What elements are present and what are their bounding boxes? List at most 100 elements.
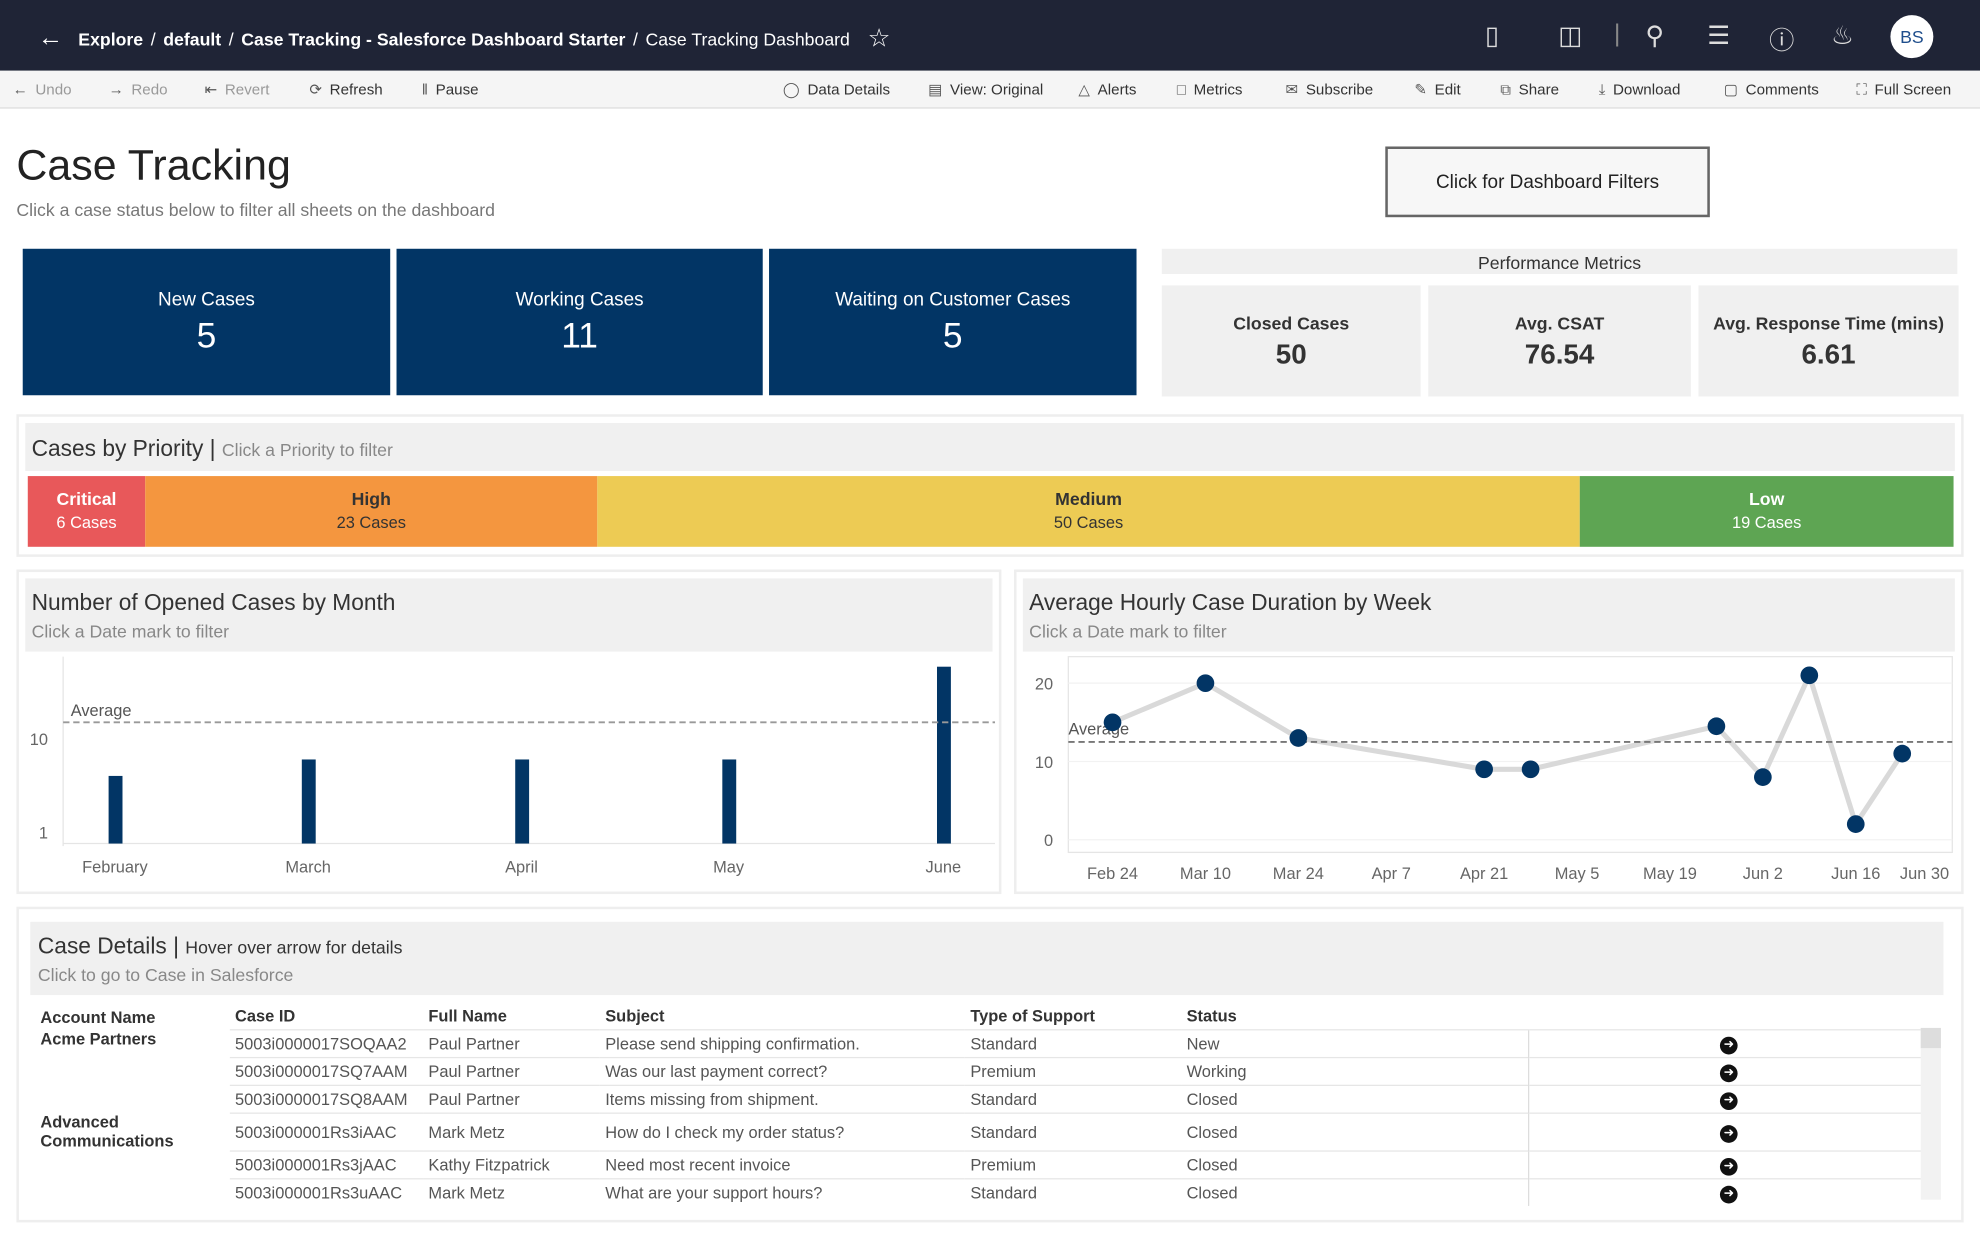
x-tick-label: Apr 21 xyxy=(1460,865,1508,883)
table-row[interactable]: Advanced Communications 5003i000001Rs3iA… xyxy=(35,1111,1924,1151)
breadcrumb-default[interactable]: default xyxy=(163,28,221,48)
data-source-icon[interactable]: ◫ xyxy=(1558,20,1582,52)
cell-subject: Was our last payment correct? xyxy=(600,1056,966,1085)
full-screen-button[interactable]: ⛶ Full Screen xyxy=(1856,81,1951,100)
favorite-star-icon[interactable]: ☆ xyxy=(868,23,891,55)
priority-segment-medium[interactable]: Medium 50 Cases xyxy=(597,476,1580,547)
col-case-id[interactable]: Case ID xyxy=(230,1004,423,1029)
priority-segment-high[interactable]: High 23 Cases xyxy=(145,476,598,547)
cell-case-id: 5003i000001Rs3uAAC xyxy=(229,1177,424,1206)
table-row[interactable]: 5003i0000017SQ8AAM Paul Partner Items mi… xyxy=(35,1084,1924,1113)
kpi-waiting-cases[interactable]: Waiting on Customer Cases 5 xyxy=(769,248,1137,396)
comments-button[interactable]: ▢ Comments xyxy=(1724,81,1819,99)
tag-icon: ◯ xyxy=(782,80,800,99)
cell-account xyxy=(35,1085,230,1113)
point-2019-06-23 xyxy=(1893,744,1912,763)
scrollbar-thumb[interactable] xyxy=(1920,1027,1941,1049)
edit-button[interactable]: ✎ Edit xyxy=(1414,81,1460,99)
cell-case-id: 5003i0000017SOQAA2 xyxy=(229,1028,424,1057)
download-button[interactable]: ⤓ Download xyxy=(1599,81,1681,100)
breadcrumb: ← Explore / default / Case Tracking - Sale… xyxy=(37,23,891,55)
y-tick-label: 10 xyxy=(1035,754,1053,772)
metric-value: 6.61 xyxy=(1801,338,1856,371)
arrow-right-circle-icon[interactable]: ➜ xyxy=(1720,1185,1738,1204)
y-tick-label: 0 xyxy=(1044,832,1053,850)
kpi-label: New Cases xyxy=(158,289,255,311)
kpi-working-cases[interactable]: Working Cases 11 xyxy=(396,248,763,396)
table-row[interactable]: 5003i0000017SQ7AAM Paul Partner Was our … xyxy=(35,1056,1924,1085)
y-tick-label: 1 xyxy=(39,824,48,842)
redo-button[interactable]: → Redo xyxy=(109,81,168,99)
arrow-right-circle-icon[interactable]: ➜ xyxy=(1720,1157,1738,1176)
subscribe-button[interactable]: ✉ Subscribe xyxy=(1286,81,1374,99)
bar-february xyxy=(108,775,123,844)
pause-label: Pause xyxy=(435,80,479,99)
breadcrumb-workbook[interactable]: Case Tracking - Salesforce Dashboard Sta… xyxy=(241,28,625,48)
col-account-name[interactable]: Account Name xyxy=(35,1004,230,1029)
revert-button[interactable]: ⇤ Revert xyxy=(205,81,270,99)
cell-status: Closed xyxy=(1181,1149,1529,1179)
metric-avg-csat: Avg. CSAT 76.54 xyxy=(1428,285,1691,397)
case-duration-subtitle: Click a Date mark to filter xyxy=(1029,621,1227,642)
y-tick-label: 10 xyxy=(30,731,48,749)
priority-segment-critical[interactable]: Critical 6 Cases xyxy=(27,476,146,547)
pause-button[interactable]: ‖ Pause xyxy=(422,81,479,99)
cell-subject: What are your support hours? xyxy=(600,1177,966,1206)
col-subject[interactable]: Subject xyxy=(600,1004,965,1029)
table-row[interactable]: 5003i000001Rs3jAAC Kathy Fitzpatrick Nee… xyxy=(35,1149,1924,1179)
arrow-right-circle-icon[interactable]: ➜ xyxy=(1720,1091,1738,1110)
cell-account xyxy=(35,1150,230,1178)
col-type-of-support[interactable]: Type of Support xyxy=(965,1004,1181,1029)
cell-arrow: ➜ xyxy=(1528,1056,1924,1085)
back-arrow-icon[interactable]: ← xyxy=(38,24,63,53)
search-icon[interactable]: ⚲ xyxy=(1645,20,1664,52)
cell-full-name: Paul Partner xyxy=(423,1084,601,1113)
favorites-list-icon[interactable]: ☰ xyxy=(1707,20,1730,52)
cell-type: Premium xyxy=(965,1056,1182,1085)
point-2019-06-09 xyxy=(1800,666,1819,685)
share-button[interactable]: ⧉ Share xyxy=(1500,81,1559,100)
dashboard-filters-button[interactable]: Click for Dashboard Filters xyxy=(1385,146,1710,218)
alert-bell-icon: △ xyxy=(1078,80,1091,99)
device-preview-icon[interactable]: ▯ xyxy=(1485,20,1499,52)
cell-status: Closed xyxy=(1181,1084,1529,1113)
data-details-button[interactable]: ◯ Data Details xyxy=(783,81,890,99)
priority-segment-low[interactable]: Low 19 Cases xyxy=(1579,476,1954,547)
top-bar: ← Explore / default / Case Tracking - Sale… xyxy=(0,0,1980,71)
table-row[interactable]: Acme Partners 5003i0000017SOQAA2 Paul Pa… xyxy=(35,1028,1924,1057)
col-full-name[interactable]: Full Name xyxy=(423,1004,600,1029)
table-scrollbar[interactable] xyxy=(1920,1027,1941,1200)
kpi-value: 5 xyxy=(196,315,217,355)
cell-arrow: ➜ xyxy=(1528,1028,1924,1057)
avatar[interactable]: BS xyxy=(1890,15,1934,59)
full-screen-label: Full Screen xyxy=(1874,80,1952,99)
cell-full-name: Paul Partner xyxy=(423,1056,601,1085)
view-button[interactable]: ▤ View: Original xyxy=(928,81,1043,99)
kpi-new-cases[interactable]: New Cases 5 xyxy=(22,248,391,396)
cell-arrow: ➜ xyxy=(1528,1084,1924,1113)
priority-count: 19 Cases xyxy=(1731,512,1802,532)
cell-case-id: 5003i0000017SQ8AAM xyxy=(229,1084,424,1113)
cell-subject: How do I check my order status? xyxy=(600,1111,966,1151)
table-header-row: Account Name Case ID Full Name Subject T… xyxy=(35,1004,1923,1029)
alerts-label: Alerts xyxy=(1097,80,1137,99)
alerts-button[interactable]: △ Alerts xyxy=(1078,81,1136,99)
metric-value: 50 xyxy=(1275,338,1307,371)
arrow-right-circle-icon[interactable]: ➜ xyxy=(1720,1036,1738,1054)
refresh-button[interactable]: ⟳ Refresh xyxy=(309,81,382,99)
cell-subject: Items missing from shipment. xyxy=(600,1084,966,1113)
metrics-button[interactable]: □ Metrics xyxy=(1177,81,1243,99)
col-status[interactable]: Status xyxy=(1182,1004,1529,1029)
cell-status: Closed xyxy=(1181,1177,1529,1206)
help-icon[interactable]: ⓘ xyxy=(1769,20,1794,57)
undo-button[interactable]: ← Undo xyxy=(13,81,72,99)
notifications-bell-icon[interactable]: ♨ xyxy=(1831,20,1854,52)
arrow-right-circle-icon[interactable]: ➜ xyxy=(1720,1063,1738,1082)
x-tick-label: Apr 7 xyxy=(1372,865,1411,883)
breadcrumb-explore[interactable]: Explore xyxy=(78,28,143,48)
cell-arrow: ➜ xyxy=(1528,1111,1924,1151)
opened-cases-title: Number of Opened Cases by Month xyxy=(31,589,396,615)
arrow-right-circle-icon[interactable]: ➜ xyxy=(1720,1124,1738,1143)
table-row[interactable]: 5003i000001Rs3uAAC Mark Metz What are yo… xyxy=(35,1177,1924,1206)
full-screen-icon: ⛶ xyxy=(1856,80,1867,99)
